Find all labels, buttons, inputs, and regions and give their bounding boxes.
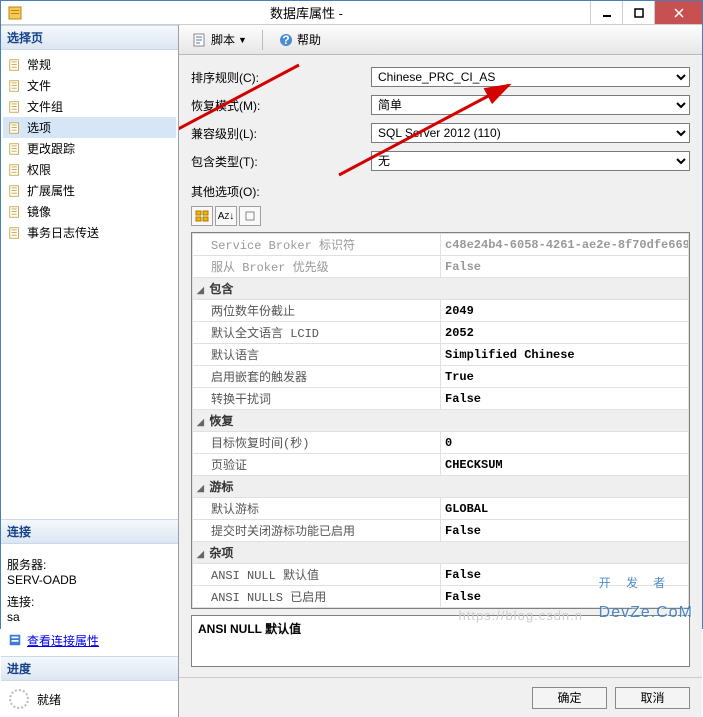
page-icon xyxy=(7,162,23,178)
conn-label: 连接: xyxy=(7,593,172,610)
property-row[interactable]: 游标 xyxy=(193,476,689,498)
propgrid-toolbar: AZ↓ xyxy=(191,206,690,226)
other-options-label: 其他选项(O): xyxy=(191,183,690,200)
toolbar-separator xyxy=(262,30,263,50)
categorized-button[interactable] xyxy=(191,206,213,226)
maximize-button[interactable] xyxy=(622,1,654,24)
page-icon xyxy=(7,78,23,94)
script-icon xyxy=(192,32,208,48)
toolbar: 脚本 ▼ ? 帮助 xyxy=(179,25,702,55)
property-row[interactable]: 杂项 xyxy=(193,542,689,564)
titlebar-title: 数据库属性 - xyxy=(23,3,590,22)
server-value: SERV-OADB xyxy=(7,573,172,587)
page-nav: 常规文件文件组选项更改跟踪权限扩展属性镜像事务日志传送 xyxy=(1,50,178,247)
dialog-window: 数据库属性 - 选择页 常规文件文件组选项更改跟踪权限扩展属性镜像事务日志传送 … xyxy=(0,0,703,629)
property-row[interactable]: 两位数年份截止2049 xyxy=(193,300,689,322)
close-button[interactable] xyxy=(654,1,702,24)
page-icon xyxy=(7,120,23,136)
property-row[interactable]: 默认语言Simplified Chinese xyxy=(193,344,689,366)
connection-header: 连接 xyxy=(1,519,178,544)
property-row[interactable]: 转换干扰词False xyxy=(193,388,689,410)
server-label: 服务器: xyxy=(7,556,172,573)
contain-select[interactable]: 无 xyxy=(371,151,690,171)
minimize-button[interactable] xyxy=(590,1,622,24)
property-row[interactable]: 页验证CHECKSUM xyxy=(193,454,689,476)
app-icon xyxy=(7,5,23,21)
property-row[interactable]: 提交时关闭游标功能已启用False xyxy=(193,520,689,542)
compat-select[interactable]: SQL Server 2012 (110) xyxy=(371,123,690,143)
property-row[interactable]: 默认游标GLOBAL xyxy=(193,498,689,520)
select-page-header: 选择页 xyxy=(1,25,178,50)
watermark: 开 发 者 DevZe.CoM xyxy=(599,564,693,624)
ok-button[interactable]: 确定 xyxy=(532,687,607,709)
window-controls xyxy=(590,1,702,24)
help-button[interactable]: ? 帮助 xyxy=(271,28,328,51)
page-icon xyxy=(7,183,23,199)
sidebar-item-5[interactable]: 权限 xyxy=(3,159,176,180)
property-row[interactable]: 恢复 xyxy=(193,410,689,432)
sidebar-item-6[interactable]: 扩展属性 xyxy=(3,180,176,201)
titlebar: 数据库属性 - xyxy=(1,1,702,25)
property-row[interactable]: 默认全文语言 LCID2052 xyxy=(193,322,689,344)
progress-block: 就绪 xyxy=(1,681,178,717)
sidebar: 选择页 常规文件文件组选项更改跟踪权限扩展属性镜像事务日志传送 连接 服务器: … xyxy=(1,25,179,717)
alphabetical-button[interactable]: AZ↓ xyxy=(215,206,237,226)
sidebar-item-0[interactable]: 常规 xyxy=(3,54,176,75)
collation-label: 排序规则(C): xyxy=(191,69,371,86)
property-row[interactable]: 启用嵌套的触发器True xyxy=(193,366,689,388)
recovery-label: 恢复模式(M): xyxy=(191,97,371,114)
svg-text:?: ? xyxy=(282,33,289,47)
page-icon xyxy=(7,99,23,115)
property-row[interactable]: 包含 xyxy=(193,278,689,300)
contain-label: 包含类型(T): xyxy=(191,153,371,170)
sidebar-item-4[interactable]: 更改跟踪 xyxy=(3,138,176,159)
watermark-url: https://blog.csdn.n xyxy=(458,608,583,623)
collation-select[interactable]: Chinese_PRC_CI_AS xyxy=(371,67,690,87)
progress-header: 进度 xyxy=(1,656,178,681)
script-button[interactable]: 脚本 ▼ xyxy=(185,28,254,51)
page-icon xyxy=(7,57,23,73)
spinner-icon xyxy=(9,689,29,709)
property-grid[interactable]: Service Broker 标识符c48e24b4-6058-4261-ae2… xyxy=(191,232,690,609)
conn-value: sa xyxy=(7,610,172,624)
sidebar-item-3[interactable]: 选项 xyxy=(3,117,176,138)
compat-label: 兼容级别(L): xyxy=(191,125,371,142)
chevron-down-icon: ▼ xyxy=(238,35,247,45)
connection-block: 服务器: SERV-OADB 连接: sa 查看连接属性 xyxy=(1,544,178,657)
dialog-body: 选择页 常规文件文件组选项更改跟踪权限扩展属性镜像事务日志传送 连接 服务器: … xyxy=(1,25,702,717)
progress-status: 就绪 xyxy=(37,691,61,708)
propgrid-pages-button[interactable] xyxy=(239,206,261,226)
dialog-footer: 确定 取消 xyxy=(179,677,702,717)
page-icon xyxy=(7,204,23,220)
help-icon: ? xyxy=(278,32,294,48)
sidebar-item-1[interactable]: 文件 xyxy=(3,75,176,96)
recovery-select[interactable]: 简单 xyxy=(371,95,690,115)
sidebar-item-7[interactable]: 镜像 xyxy=(3,201,176,222)
sidebar-item-2[interactable]: 文件组 xyxy=(3,96,176,117)
property-row[interactable]: 服从 Broker 优先级False xyxy=(193,256,689,278)
cancel-button[interactable]: 取消 xyxy=(615,687,690,709)
page-icon xyxy=(7,225,23,241)
page-icon xyxy=(7,141,23,157)
property-row[interactable]: 目标恢复时间(秒)0 xyxy=(193,432,689,454)
properties-icon xyxy=(7,632,23,648)
view-connection-properties-link[interactable]: 查看连接属性 xyxy=(7,632,99,649)
property-row[interactable]: Service Broker 标识符c48e24b4-6058-4261-ae2… xyxy=(193,234,689,256)
sidebar-item-8[interactable]: 事务日志传送 xyxy=(3,222,176,243)
